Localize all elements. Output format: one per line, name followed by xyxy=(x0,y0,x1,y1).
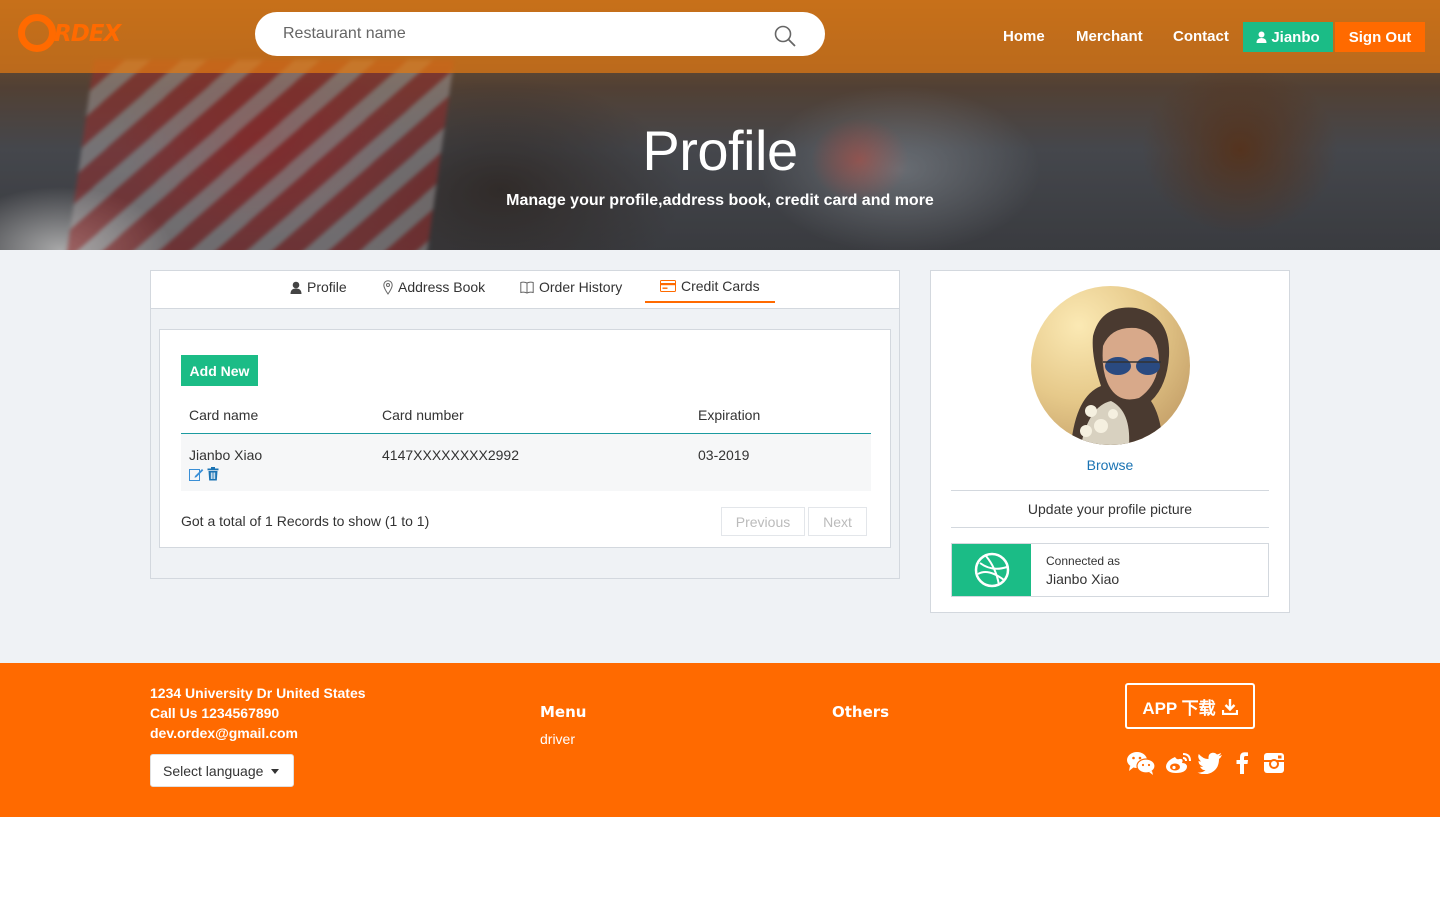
dribbble-icon xyxy=(974,552,1009,588)
edit-icon[interactable] xyxy=(189,467,204,481)
nav-merchant[interactable]: Merchant xyxy=(1076,28,1143,45)
records-summary: Got a total of 1 Records to show (1 to 1… xyxy=(181,513,430,529)
search-input[interactable] xyxy=(283,20,753,48)
search-icon[interactable] xyxy=(773,24,797,48)
table-row: Jianbo Xiao 4147XXXXXXXX2992 03-2019 xyxy=(181,434,871,491)
credit-card-icon xyxy=(660,280,676,292)
card-name-cell: Jianbo Xiao xyxy=(189,447,263,463)
connected-account[interactable]: Connected as Jianbo Xiao xyxy=(951,543,1269,597)
connected-name: Jianbo Xiao xyxy=(1046,571,1120,587)
previous-button[interactable]: Previous xyxy=(721,507,805,536)
footer-email[interactable]: dev.ordex@gmail.com xyxy=(150,725,298,741)
browse-link[interactable]: Browse xyxy=(931,457,1289,473)
profile-panel: Profile Address Book Order History Credi… xyxy=(150,270,900,579)
hero-banner: RDEX Home Merchant Contact Jianbo Sign O… xyxy=(0,0,1440,250)
card-number-cell: 4147XXXXXXXX2992 xyxy=(382,447,519,463)
credit-cards-card: Add New Card name Card number Expiration… xyxy=(159,329,891,548)
connected-as-label: Connected as xyxy=(1046,554,1121,568)
caret-down-icon xyxy=(271,769,279,774)
tab-order-history[interactable]: Order History xyxy=(520,271,622,303)
next-button[interactable]: Next xyxy=(808,507,867,536)
profile-tabs: Profile Address Book Order History Credi… xyxy=(151,271,899,309)
tab-profile[interactable]: Profile xyxy=(290,271,347,303)
book-icon xyxy=(520,281,534,294)
weibo-icon[interactable] xyxy=(1163,750,1193,776)
footer-address: 1234 University Dr United States xyxy=(150,685,366,701)
twitter-icon[interactable] xyxy=(1195,750,1225,776)
column-header-expiration: Expiration xyxy=(698,407,761,423)
search-bar xyxy=(255,12,825,56)
column-header-card-name: Card name xyxy=(189,407,259,423)
user-icon xyxy=(1256,31,1267,43)
footer-menu-heading: Menu xyxy=(540,703,587,721)
wechat-icon[interactable] xyxy=(1126,750,1156,776)
app-download-button[interactable]: APP 下载 xyxy=(1125,683,1255,729)
nav-contact[interactable]: Contact xyxy=(1173,28,1229,45)
expiration-cell: 03-2019 xyxy=(698,447,750,463)
page-title: Profile xyxy=(642,119,798,182)
tab-address-book[interactable]: Address Book xyxy=(383,271,485,303)
avatar xyxy=(1031,286,1190,445)
instagram-icon[interactable] xyxy=(1259,750,1289,776)
map-pin-icon xyxy=(383,279,393,295)
profile-picture-panel: Browse Update your profile picture Conne… xyxy=(930,270,1290,613)
ordex-logo[interactable]: RDEX xyxy=(18,14,128,54)
nav-home[interactable]: Home xyxy=(1003,28,1045,45)
column-header-card-number: Card number xyxy=(382,407,464,423)
trash-icon[interactable] xyxy=(207,467,219,481)
tab-credit-cards[interactable]: Credit Cards xyxy=(645,271,775,303)
download-icon xyxy=(1221,698,1238,715)
site-footer: 1234 University Dr United States Call Us… xyxy=(0,663,1440,817)
sign-out-button[interactable]: Sign Out xyxy=(1335,22,1425,52)
page-subtitle: Manage your profile,address book, credit… xyxy=(506,192,934,209)
language-select[interactable]: Select language xyxy=(150,754,294,787)
footer-others-heading: Others xyxy=(832,703,890,721)
facebook-icon[interactable] xyxy=(1227,750,1257,776)
footer-phone: Call Us 1234567890 xyxy=(150,705,280,721)
footer-link-driver[interactable]: driver xyxy=(540,731,575,747)
user-button[interactable]: Jianbo xyxy=(1243,22,1333,52)
user-icon xyxy=(290,281,302,294)
update-picture-text: Update your profile picture xyxy=(1027,501,1193,517)
add-new-button[interactable]: Add New xyxy=(181,355,258,386)
